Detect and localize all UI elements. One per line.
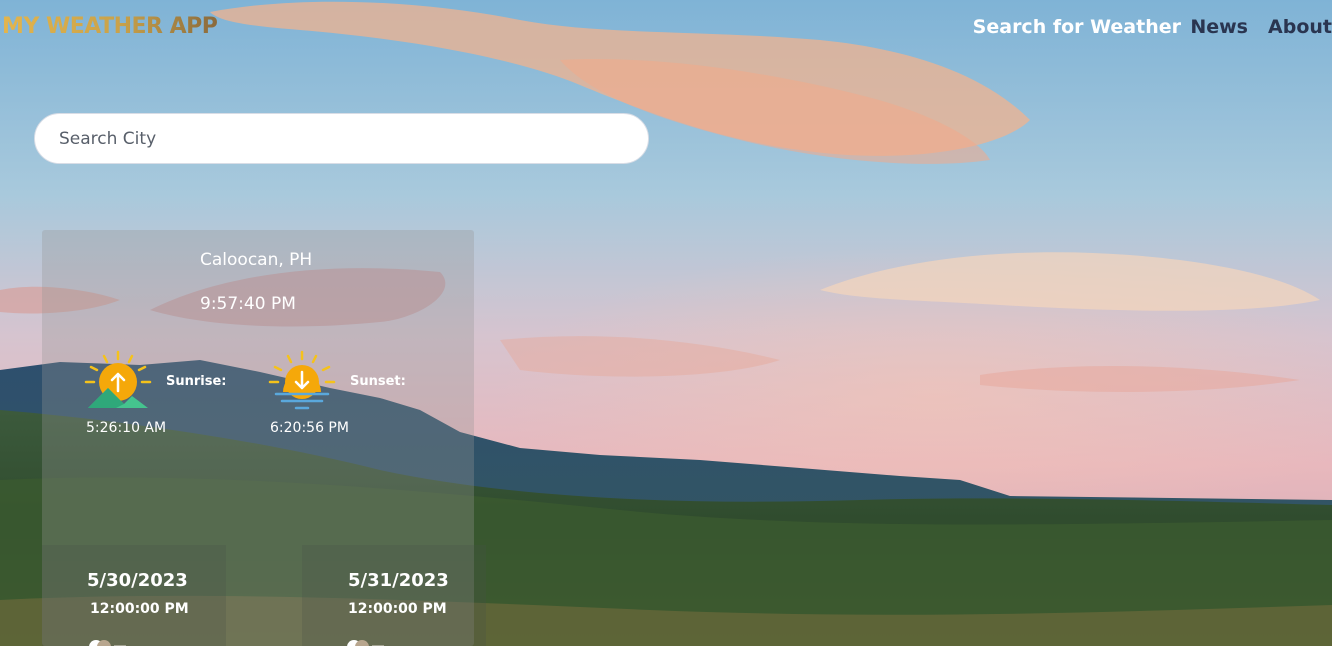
app-title: MY WEATHER APP	[2, 14, 218, 39]
forecast-card	[42, 545, 226, 646]
forecast-time: 12:00:00 PM	[90, 601, 189, 617]
forecast-card	[302, 545, 486, 646]
search-bar	[34, 113, 649, 164]
forecast-date: 5/30/2023	[87, 570, 188, 591]
nav-search-for-weather[interactable]: Search for Weather	[973, 16, 1181, 38]
city-name: Caloocan, PH	[200, 250, 313, 270]
sunrise-icon	[84, 350, 152, 412]
sunset-time: 6:20:56 PM	[270, 420, 349, 436]
current-time: 9:57:40 PM	[200, 294, 296, 314]
sunset-label: Sunset:	[350, 374, 406, 389]
sunset-icon	[268, 350, 336, 412]
sunrise-time: 5:26:10 AM	[86, 420, 167, 436]
nav-news[interactable]: News	[1190, 16, 1248, 38]
search-city-input[interactable]	[35, 114, 648, 163]
sunrise-label: Sunrise:	[166, 374, 227, 389]
weather-icon	[346, 634, 386, 646]
forecast-time: 12:00:00 PM	[348, 601, 447, 617]
nav-about[interactable]: About	[1268, 16, 1332, 38]
weather-icon	[88, 634, 128, 646]
forecast-date: 5/31/2023	[348, 570, 449, 591]
